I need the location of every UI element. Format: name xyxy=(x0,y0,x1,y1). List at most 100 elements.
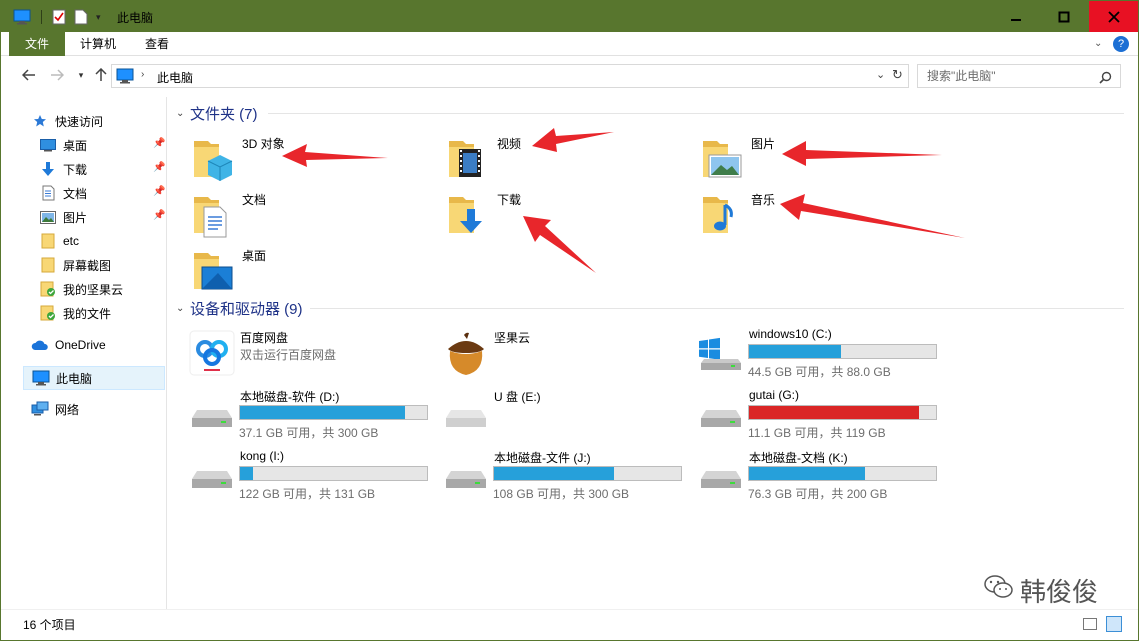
download-icon xyxy=(39,161,57,177)
drive-e[interactable]: U 盘 (E:) xyxy=(442,388,682,438)
nutstore-icon xyxy=(442,329,490,377)
app-nutstore[interactable]: 坚果云 xyxy=(442,329,682,379)
address-dropdown-icon[interactable]: ⌄ xyxy=(876,68,885,81)
drive-c[interactable]: windows10 (C:) 44.5 GB 可用，共 88.0 GB xyxy=(697,327,937,379)
drive-usage-fill xyxy=(240,467,254,480)
search-icon[interactable] xyxy=(1099,69,1112,91)
address-bar[interactable]: › 此电脑 ⌄ ↻ xyxy=(111,64,909,88)
sidebar-item-my-files[interactable]: 我的文件 xyxy=(39,301,165,325)
pin-icon[interactable]: 📌 xyxy=(153,186,165,198)
properties-icon[interactable] xyxy=(52,9,66,25)
pin-icon[interactable]: 📌 xyxy=(153,162,165,174)
baidu-netdisk-icon xyxy=(188,329,236,377)
video-folder-icon xyxy=(445,135,493,183)
minimize-button[interactable] xyxy=(993,1,1039,32)
devices-group-title: 设备和驱动器 (9) xyxy=(190,300,303,318)
tab-file[interactable]: 文件 xyxy=(9,32,65,56)
app-baidu-netdisk[interactable]: 百度网盘 双击运行百度网盘 xyxy=(188,329,428,379)
sidebar-item-this-pc[interactable]: 此电脑 xyxy=(23,366,165,390)
drive-name: 本地磁盘-软件 (D:) xyxy=(240,390,340,404)
sidebar-item-label: 下载 xyxy=(63,162,88,177)
desktop-icon xyxy=(39,137,57,153)
collapse-chevron-icon[interactable]: ⌄ xyxy=(176,303,190,314)
folder-desktop[interactable]: 桌面 xyxy=(190,247,430,297)
pin-icon[interactable]: 📌 xyxy=(153,210,165,222)
devices-group-header[interactable]: ⌄ 设备和驱动器 (9) xyxy=(176,298,303,318)
customize-toolbar-dropdown-icon[interactable]: ▾ xyxy=(96,12,101,23)
up-button[interactable] xyxy=(91,65,111,85)
drive-d[interactable]: 本地磁盘-软件 (D:) 37.1 GB 可用，共 300 GB xyxy=(188,388,428,440)
window-title: 此电脑 xyxy=(117,11,154,25)
tab-view[interactable]: 查看 xyxy=(135,32,179,56)
drive-usage-fill xyxy=(749,467,865,480)
sidebar-item-my-nutstore[interactable]: 我的坚果云 xyxy=(39,277,165,301)
folder-name: 音乐 xyxy=(751,193,776,207)
sidebar-item-label: 我的文件 xyxy=(63,306,112,321)
sidebar-item-onedrive[interactable]: OneDrive xyxy=(31,333,187,357)
tab-computer[interactable]: 计算机 xyxy=(71,32,125,56)
drive-k[interactable]: 本地磁盘-文档 (K:) 76.3 GB 可用，共 200 GB xyxy=(697,449,937,501)
sidebar-item-label: etc xyxy=(63,234,80,248)
computer-icon xyxy=(116,68,134,87)
star-icon xyxy=(31,113,49,129)
new-folder-icon[interactable] xyxy=(74,9,88,25)
pin-icon[interactable]: 📌 xyxy=(153,138,165,150)
collapse-chevron-icon[interactable]: ⌄ xyxy=(176,108,190,119)
drive-usage-fill xyxy=(749,345,841,358)
computer-icon[interactable] xyxy=(13,9,31,25)
drive-usage-fill xyxy=(494,467,614,480)
group-divider xyxy=(268,113,1124,114)
computer-icon xyxy=(32,370,50,386)
forward-button[interactable] xyxy=(47,65,67,85)
music-folder-icon xyxy=(699,191,747,239)
recent-locations-icon[interactable]: ▾ xyxy=(71,65,91,85)
drive-usage-bar xyxy=(493,466,682,481)
download-folder-icon xyxy=(445,191,493,239)
folder-videos[interactable]: 视频 xyxy=(445,135,685,185)
breadcrumb-separator-icon[interactable]: › xyxy=(141,69,144,80)
drive-name: kong (I:) xyxy=(240,449,285,463)
sync-folder-icon xyxy=(39,305,57,321)
watermark: 韩俊俊 xyxy=(984,570,1098,610)
sidebar-item-documents[interactable]: 文档 📌 xyxy=(39,181,165,205)
drive-name: U 盘 (E:) xyxy=(494,390,541,404)
large-icons-view-icon[interactable] xyxy=(1106,616,1122,632)
hard-drive-icon xyxy=(697,457,745,505)
drive-usage-bar xyxy=(239,405,428,420)
drive-usage-bar xyxy=(748,405,937,420)
sidebar-item-label: 网络 xyxy=(55,402,80,417)
sidebar-item-network[interactable]: 网络 xyxy=(31,397,187,421)
folder-3d-objects[interactable]: 3D 对象 xyxy=(190,135,430,185)
details-view-icon[interactable] xyxy=(1083,618,1097,630)
drive-g[interactable]: gutai (G:) 11.1 GB 可用，共 119 GB xyxy=(697,388,937,440)
maximize-button[interactable] xyxy=(1041,1,1087,32)
folders-group-header[interactable]: ⌄ 文件夹 (7) xyxy=(176,103,258,123)
sidebar-item-desktop[interactable]: 桌面 📌 xyxy=(39,133,165,157)
refresh-icon[interactable]: ↻ xyxy=(892,67,903,83)
sidebar-item-screenshots[interactable]: 屏幕截图 xyxy=(39,253,165,277)
folder-icon xyxy=(39,257,57,273)
search-input[interactable]: 搜索"此电脑" xyxy=(917,64,1121,88)
close-button[interactable] xyxy=(1089,1,1138,32)
drive-j[interactable]: 本地磁盘-文件 (J:) 108 GB 可用，共 300 GB xyxy=(442,449,682,501)
sidebar-item-label: 快速访问 xyxy=(55,114,104,129)
sidebar-item-quick-access[interactable]: 快速访问 xyxy=(31,109,187,133)
folder-downloads[interactable]: 下载 xyxy=(445,191,685,241)
help-icon[interactable]: ? xyxy=(1113,36,1129,52)
sidebar-item-pictures[interactable]: 图片 📌 xyxy=(39,205,165,229)
drive-usage-bar xyxy=(239,466,428,481)
expand-ribbon-icon[interactable]: ⌄ xyxy=(1094,38,1102,49)
document-icon xyxy=(39,185,57,201)
drive-i[interactable]: kong (I:) 122 GB 可用，共 131 GB xyxy=(188,449,428,501)
separator xyxy=(41,10,42,24)
sidebar-item-downloads[interactable]: 下载 📌 xyxy=(39,157,165,181)
folder-pictures[interactable]: 图片 xyxy=(699,135,939,185)
sidebar-item-label: 此电脑 xyxy=(56,371,93,386)
folder-music[interactable]: 音乐 xyxy=(699,191,939,241)
back-button[interactable] xyxy=(19,65,39,85)
sidebar-item-etc[interactable]: etc xyxy=(39,229,165,253)
sidebar-item-label: OneDrive xyxy=(55,338,106,352)
breadcrumb-this-pc[interactable]: 此电脑 xyxy=(157,69,193,86)
folder-documents[interactable]: 文档 xyxy=(190,191,430,241)
windows-drive-icon xyxy=(697,333,745,381)
